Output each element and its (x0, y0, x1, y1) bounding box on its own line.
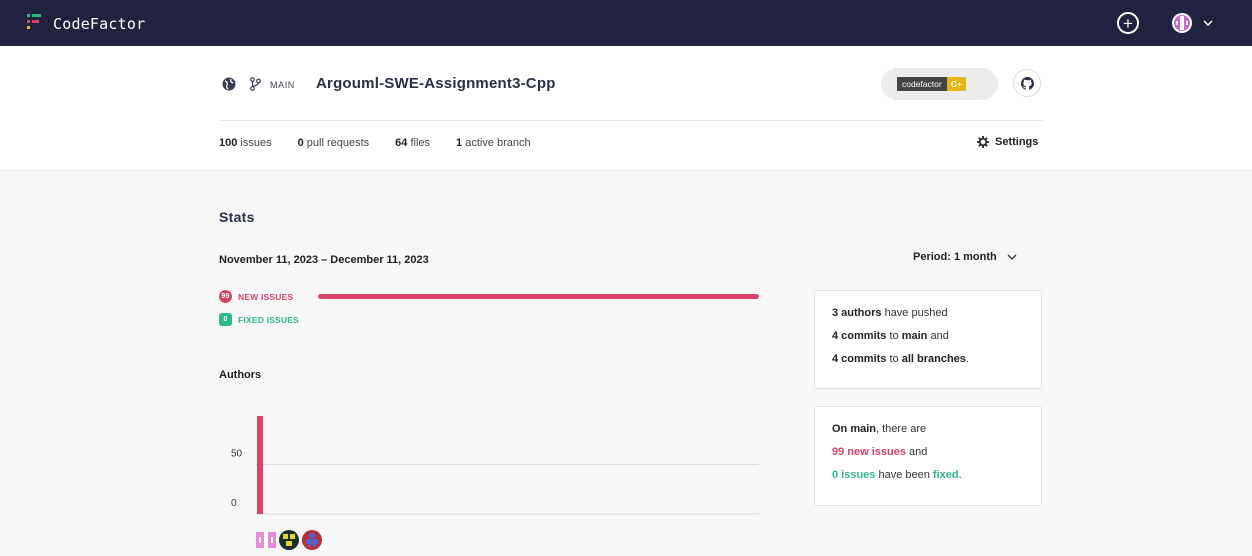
new-issues-bar (318, 294, 759, 299)
repository-header: MAIN Argouml-SWE-Assignment3-Cpp codefac… (0, 46, 1252, 171)
issues-link[interactable]: 100 issues (219, 137, 272, 149)
authors-count-text: 3 authors (832, 307, 882, 319)
globe-icon (222, 77, 236, 91)
authors-pushed-text: have pushed (881, 307, 948, 319)
author-avatars (256, 530, 325, 550)
author-avatar-3[interactable] (302, 530, 322, 550)
fixed-period: . (958, 469, 962, 481)
codefactor-logo-icon[interactable] (27, 14, 41, 30)
authors-chart: 50 0 (231, 416, 759, 515)
fixed-issues-label: FIXED ISSUES (238, 314, 299, 325)
author-avatar-2[interactable] (279, 530, 299, 550)
gear-icon (977, 136, 989, 148)
pull-requests-label: pull requests (306, 137, 370, 149)
main-branch-text: main (901, 330, 928, 342)
author-bar-1[interactable] (257, 416, 263, 514)
settings-label: Settings (995, 136, 1039, 148)
branches-count: 1 (456, 137, 463, 149)
github-button[interactable] (1013, 69, 1041, 97)
repository-name[interactable]: Argouml-SWE-Assignment3-Cpp (316, 75, 556, 92)
new-issues-label: NEW ISSUES (238, 291, 294, 302)
commits-all-count: 4 commits (832, 353, 887, 365)
issues-label: issues (240, 137, 272, 149)
new-issues-and: and (906, 446, 928, 458)
new-issues-bar-fill (318, 294, 759, 299)
date-range: November 11, 2023 – December 11, 2023 (219, 254, 429, 266)
fixed-word: fixed (932, 469, 959, 481)
on-main-line: On main, there are (832, 423, 1041, 446)
plus-icon: + (1123, 13, 1133, 33)
badge-button[interactable]: codefactor C+ (881, 68, 998, 100)
add-repository-button[interactable]: + (1117, 12, 1139, 34)
branches-label: active branch (465, 137, 531, 149)
fixed-issues-text[interactable]: 0 issues (832, 469, 875, 481)
fixed-issues-link[interactable]: 0 FIXED ISSUES (219, 313, 299, 326)
y-tick-label: 0 (231, 498, 237, 509)
repository-stats: 100 issues 0 pull requests 64 files 1 ac… (219, 137, 557, 149)
new-issues-link[interactable]: 99 NEW ISSUES (219, 290, 293, 303)
new-issues-count: 99 (219, 290, 232, 303)
new-issues-text[interactable]: 99 new issues (832, 446, 906, 458)
top-navbar: CodeFactor + (0, 0, 1252, 46)
commits-all-line: 4 commits to all branches. (832, 353, 1041, 376)
branch-icon (250, 77, 261, 91)
authors-pushed-line: 3 authors have pushed (832, 307, 1041, 330)
pull-requests-link[interactable]: 0 pull requests (298, 137, 370, 149)
commits-all-to: to (886, 353, 902, 365)
issues-summary-card: On main, there are 99 new issues and 0 i… (814, 406, 1042, 506)
authors-title: Authors (219, 369, 262, 381)
files-label: files (410, 137, 431, 149)
y-tick-label: 50 (231, 449, 243, 460)
commits-all-period: . (965, 353, 969, 365)
have-been-text: have been (875, 469, 933, 481)
period-label: Period: 1 month (913, 251, 997, 263)
stats-title: Stats (219, 209, 255, 225)
period-dropdown[interactable]: Period: 1 month (913, 251, 1017, 263)
settings-link[interactable]: Settings (977, 136, 1038, 148)
new-issues-line: 99 new issues and (832, 446, 1041, 469)
github-icon (1021, 77, 1034, 90)
badge-grade: C+ (946, 77, 966, 91)
codefactor-grade-badge: codefactor C+ (897, 77, 966, 91)
files-link[interactable]: 64 files (395, 137, 430, 149)
user-avatar[interactable] (1172, 13, 1192, 33)
on-main-text: On main (832, 423, 877, 435)
header-divider (219, 120, 1043, 121)
fixed-issues-line: 0 issues have been fixed. (832, 469, 1041, 492)
chevron-down-icon (1007, 254, 1017, 260)
branches-link[interactable]: 1 active branch (456, 137, 531, 149)
commits-main-line: 4 commits to main and (832, 330, 1041, 353)
branch-label[interactable]: MAIN (270, 80, 295, 90)
commits-main-and: and (927, 330, 949, 342)
chevron-down-icon[interactable] (1203, 19, 1213, 27)
issues-count: 100 (219, 137, 238, 149)
badge-label: codefactor (897, 77, 947, 91)
author-avatar-1[interactable] (256, 530, 276, 550)
there-are-text: , there are (876, 423, 927, 435)
fixed-issues-count: 0 (219, 313, 232, 326)
all-branches-text: all branches (901, 353, 966, 365)
commits-main-to: to (886, 330, 902, 342)
pull-requests-count: 0 (297, 137, 304, 149)
files-count: 64 (395, 137, 408, 149)
push-summary-card: 3 authors have pushed 4 commits to main … (814, 290, 1042, 389)
commits-main-count: 4 commits (832, 330, 887, 342)
brand-name[interactable]: CodeFactor (53, 15, 145, 33)
